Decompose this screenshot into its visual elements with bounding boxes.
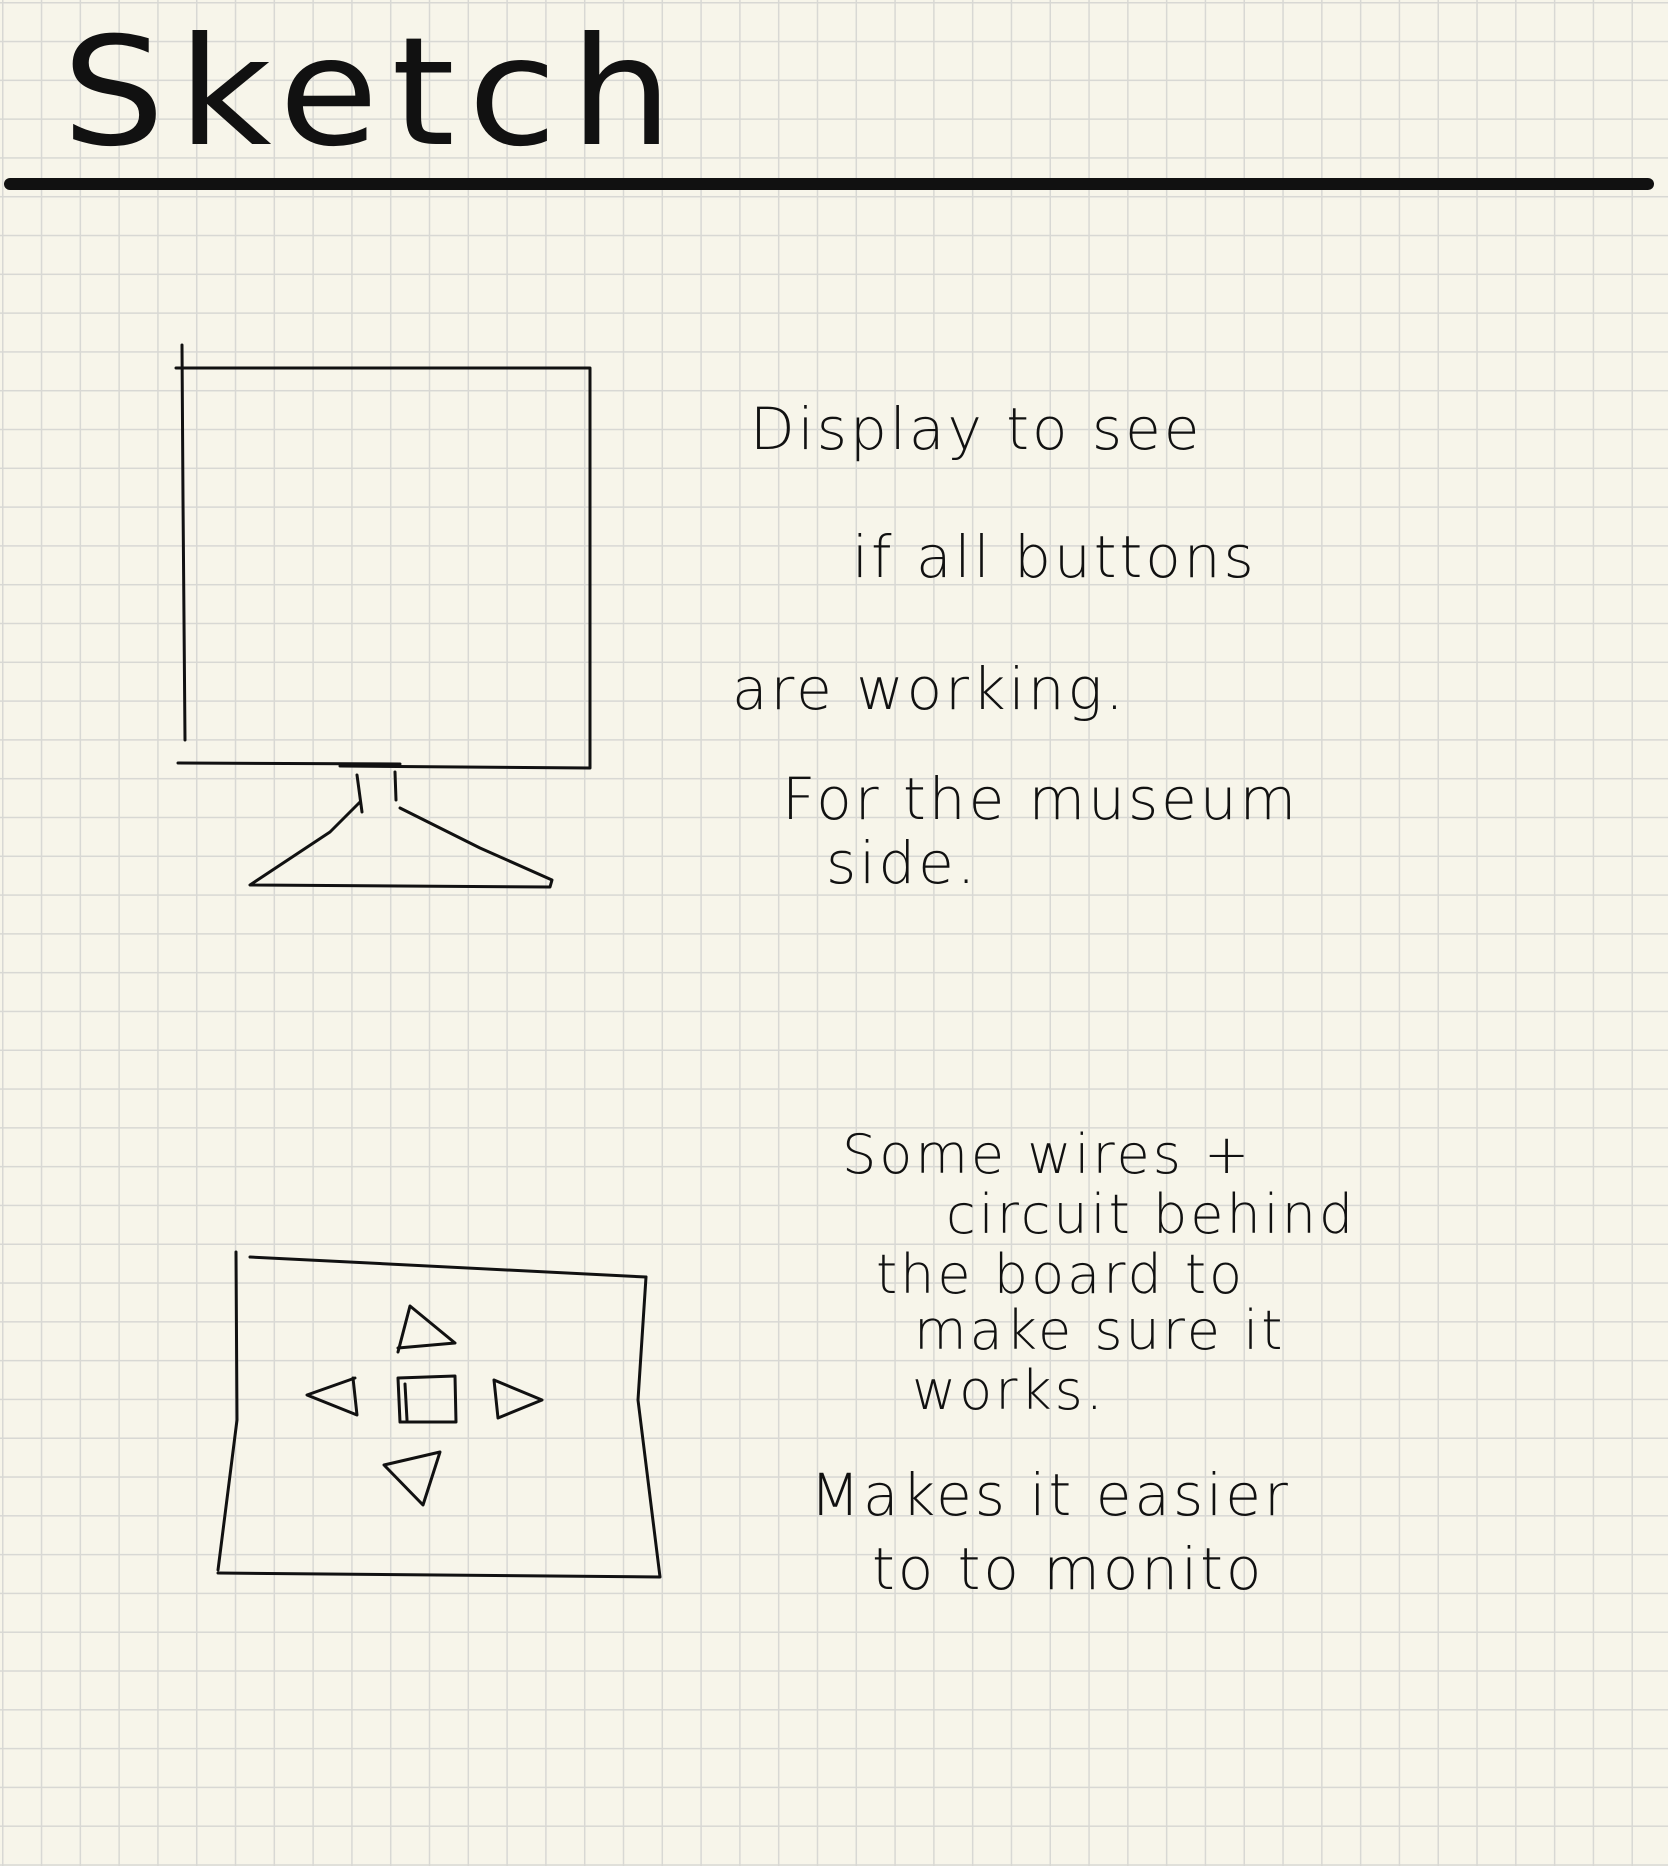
right-arrow-button	[492, 1378, 544, 1420]
controller-note-line-3: the board to	[876, 1243, 1246, 1306]
display-note-line-3: are working.	[732, 655, 1127, 723]
display-note-line-5: side.	[826, 829, 979, 897]
center-square-button	[396, 1374, 458, 1424]
controller-note-line-6: Makes it easier	[810, 1461, 1291, 1529]
controller-note-line-2: circuit behind	[946, 1183, 1357, 1246]
down-arrow-button	[382, 1450, 442, 1507]
board-outline	[216, 1250, 662, 1579]
display-note-line-2: if all buttons	[852, 523, 1257, 591]
button-board-sketch	[216, 1250, 662, 1579]
controller-note-line-7: to to monito	[872, 1535, 1265, 1603]
controller-note-line-5: works.	[912, 1359, 1106, 1422]
controller-note-line-1: Some wires +	[842, 1123, 1253, 1186]
up-arrow-button	[396, 1304, 457, 1354]
display-note-line-1: Display to see	[750, 395, 1203, 463]
left-arrow-button	[305, 1376, 359, 1417]
controller-note-line-4: make sure it	[914, 1299, 1286, 1362]
display-note-line-4: For the museum	[782, 765, 1300, 833]
